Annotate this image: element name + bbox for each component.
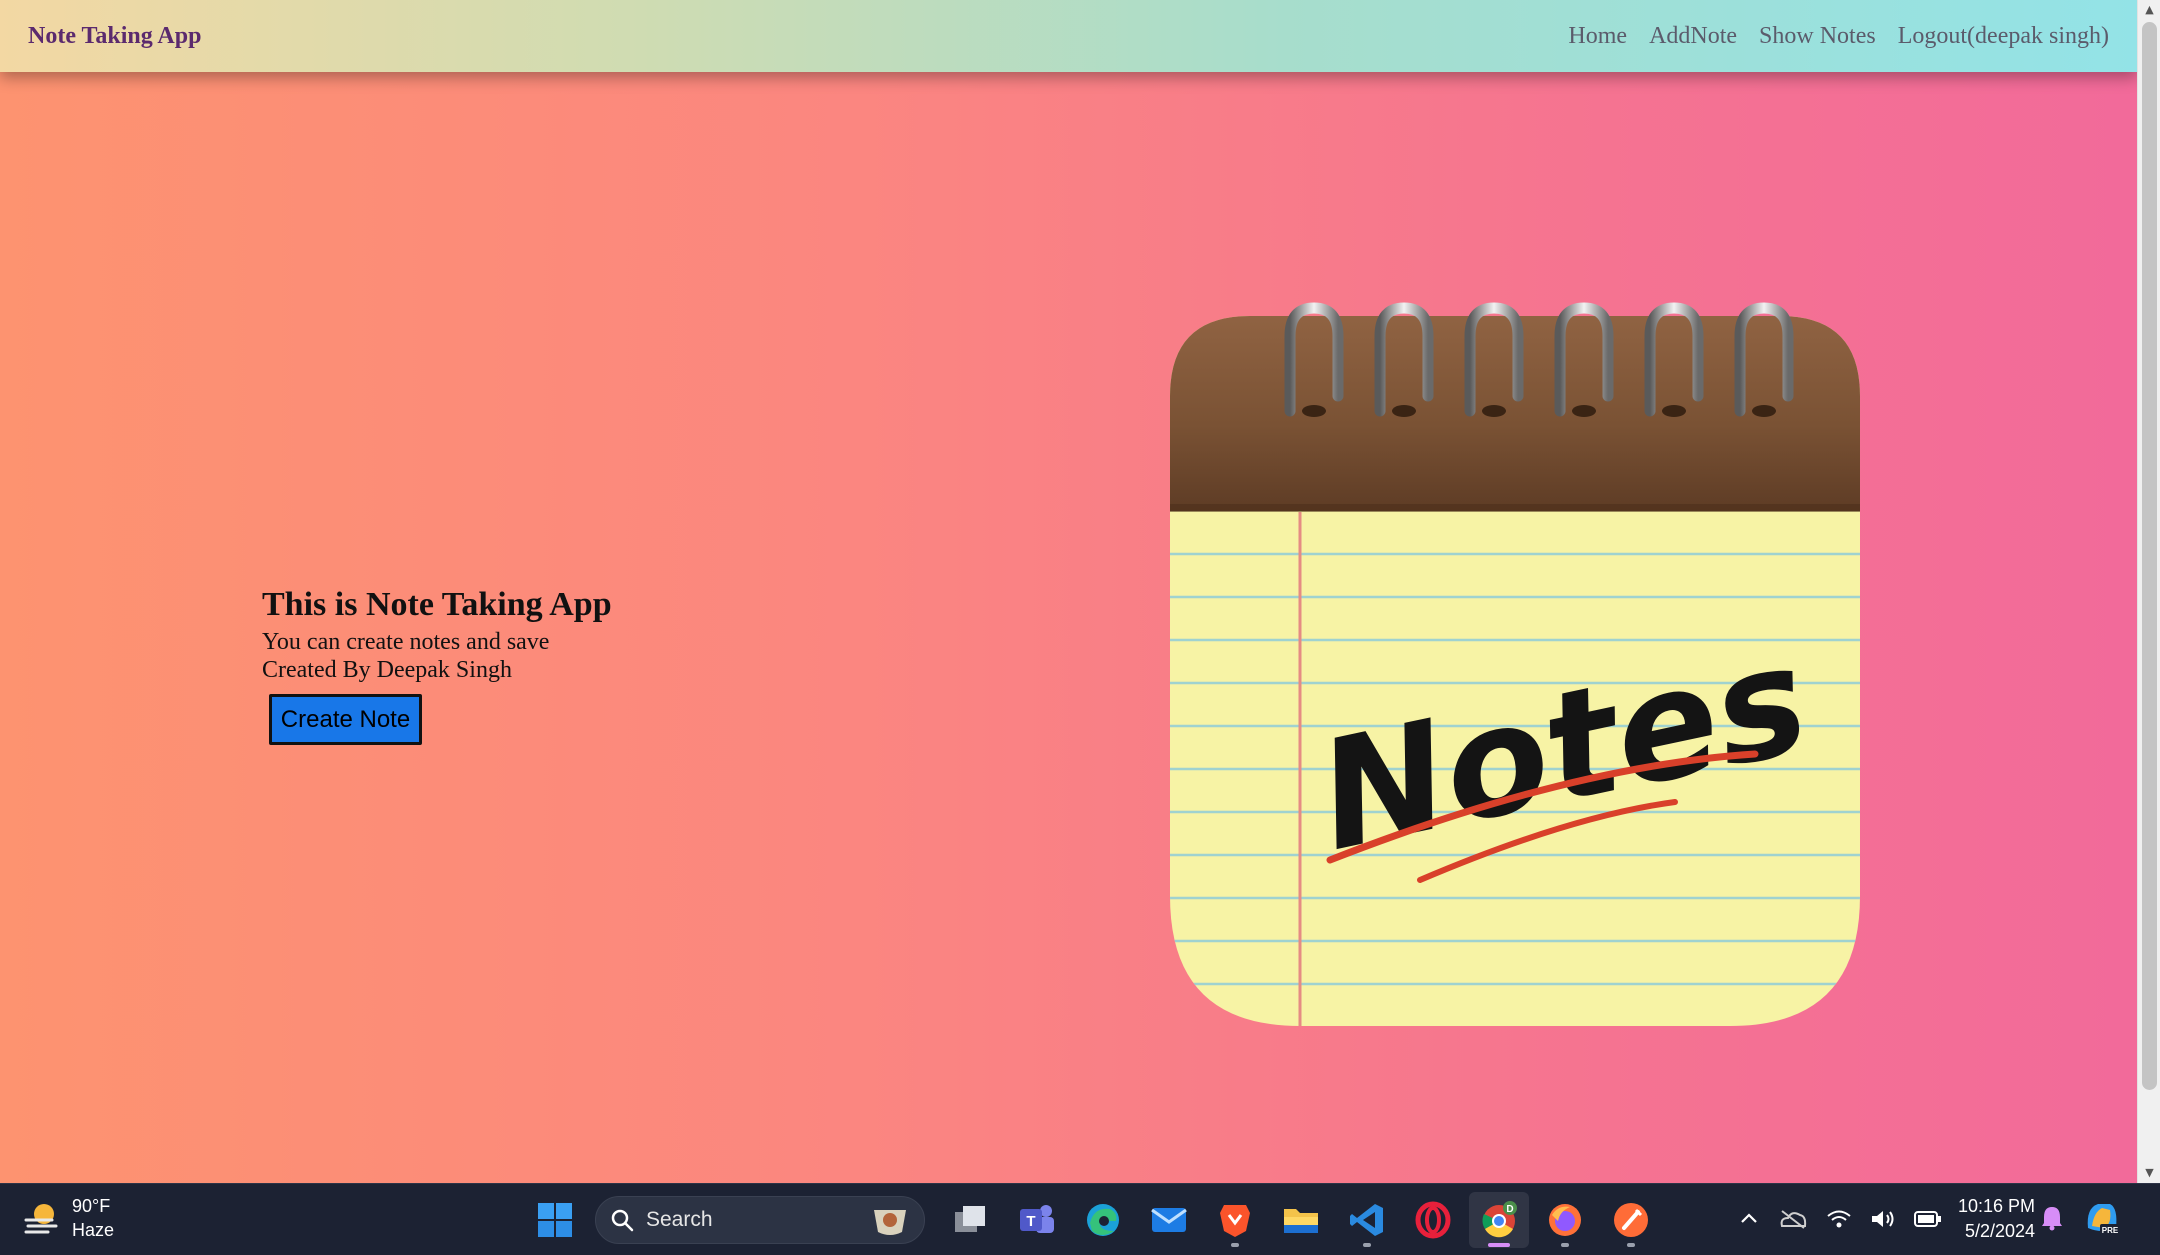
file-explorer-icon[interactable] — [1271, 1192, 1331, 1248]
scroll-down-arrow-icon[interactable]: ▼ — [2138, 1163, 2160, 1183]
search-highlight-icon — [874, 1210, 906, 1235]
taskbar-search[interactable]: Search — [595, 1196, 925, 1244]
nav-show-notes-link[interactable]: Show Notes — [1759, 23, 1876, 50]
weather-temp: 90°F — [72, 1196, 111, 1216]
chrome-icon[interactable]: D — [1469, 1192, 1529, 1248]
postman-icon[interactable] — [1601, 1192, 1661, 1248]
search-icon — [611, 1209, 634, 1232]
firefox-icon[interactable] — [1535, 1192, 1595, 1248]
nav-links: Home AddNote Show Notes Logout(deepak si… — [1568, 23, 2109, 50]
postman-running-indicator — [1627, 1243, 1635, 1247]
taskbar-apps: Search T D — [525, 1192, 1661, 1248]
volume-icon[interactable] — [1870, 1208, 1896, 1230]
copilot-icon[interactable]: PRE — [2082, 1198, 2122, 1238]
start-icon[interactable] — [525, 1192, 585, 1248]
nav-logout-link[interactable]: Logout(deepak singh) — [1898, 23, 2109, 50]
svg-text:T: T — [1026, 1213, 1035, 1230]
battery-icon[interactable] — [1914, 1210, 1942, 1228]
hero-title: This is Note Taking App — [262, 586, 612, 623]
chrome-profile-badge: D — [1506, 1204, 1513, 1215]
clock[interactable]: 10:16 PM 5/2/2024 — [1958, 1194, 2035, 1244]
hero-subtitle: You can create notes and save — [262, 629, 550, 655]
notification-bell-icon[interactable] — [2040, 1205, 2064, 1231]
hero-section: This is Note Taking App You can create n… — [262, 582, 612, 745]
clock-time: 10:16 PM — [1958, 1196, 2036, 1216]
mail-icon[interactable] — [1139, 1192, 1199, 1248]
scroll-up-arrow-icon[interactable]: ▲ — [2138, 0, 2160, 20]
nav-addnote-link[interactable]: AddNote — [1649, 23, 1737, 50]
copilot-badge: PRE — [2102, 1226, 2119, 1235]
notes-logo-image: Notes — [1170, 302, 1860, 1026]
tray-right: PRE — [2040, 1198, 2122, 1238]
haze-icon — [24, 1204, 58, 1234]
nav-home-link[interactable]: Home — [1568, 23, 1627, 50]
search-placeholder: Search — [646, 1208, 713, 1231]
system-tray — [1738, 1194, 1942, 1244]
wifi-icon[interactable] — [1826, 1208, 1852, 1230]
browser-page: Note Taking App Home AddNote Show Notes … — [0, 0, 2137, 1183]
vscode-running-indicator — [1363, 1243, 1371, 1247]
taskbar: 90°F Haze Search T D 10:16 PM 5/2/2024 P… — [0, 1183, 2160, 1255]
firefox-running-indicator — [1561, 1243, 1569, 1247]
chevron-up-icon[interactable] — [1738, 1208, 1760, 1230]
brave-running-indicator — [1231, 1243, 1239, 1247]
chrome-active-indicator — [1488, 1243, 1510, 1247]
hero-author: Created By Deepak Singh — [262, 657, 512, 683]
opera-icon[interactable] — [1403, 1192, 1463, 1248]
brave-icon[interactable] — [1205, 1192, 1265, 1248]
navbar: Note Taking App Home AddNote Show Notes … — [0, 0, 2137, 72]
weather-condition: Haze — [72, 1220, 115, 1240]
edge-icon[interactable] — [1073, 1192, 1133, 1248]
clock-date: 5/2/2024 — [1964, 1221, 2036, 1241]
vscode-icon[interactable] — [1337, 1192, 1397, 1248]
task-view-icon[interactable] — [941, 1192, 1001, 1248]
onedrive-offline-icon[interactable] — [1778, 1208, 1808, 1230]
weather-widget[interactable]: 90°F Haze — [22, 1194, 114, 1242]
teams-icon[interactable]: T — [1007, 1192, 1067, 1248]
create-note-button[interactable]: Create Note — [269, 694, 422, 745]
brand-link[interactable]: Note Taking App — [28, 23, 201, 50]
page-scrollbar[interactable]: ▲ ▼ — [2137, 0, 2160, 1183]
scroll-thumb[interactable] — [2142, 22, 2157, 1090]
